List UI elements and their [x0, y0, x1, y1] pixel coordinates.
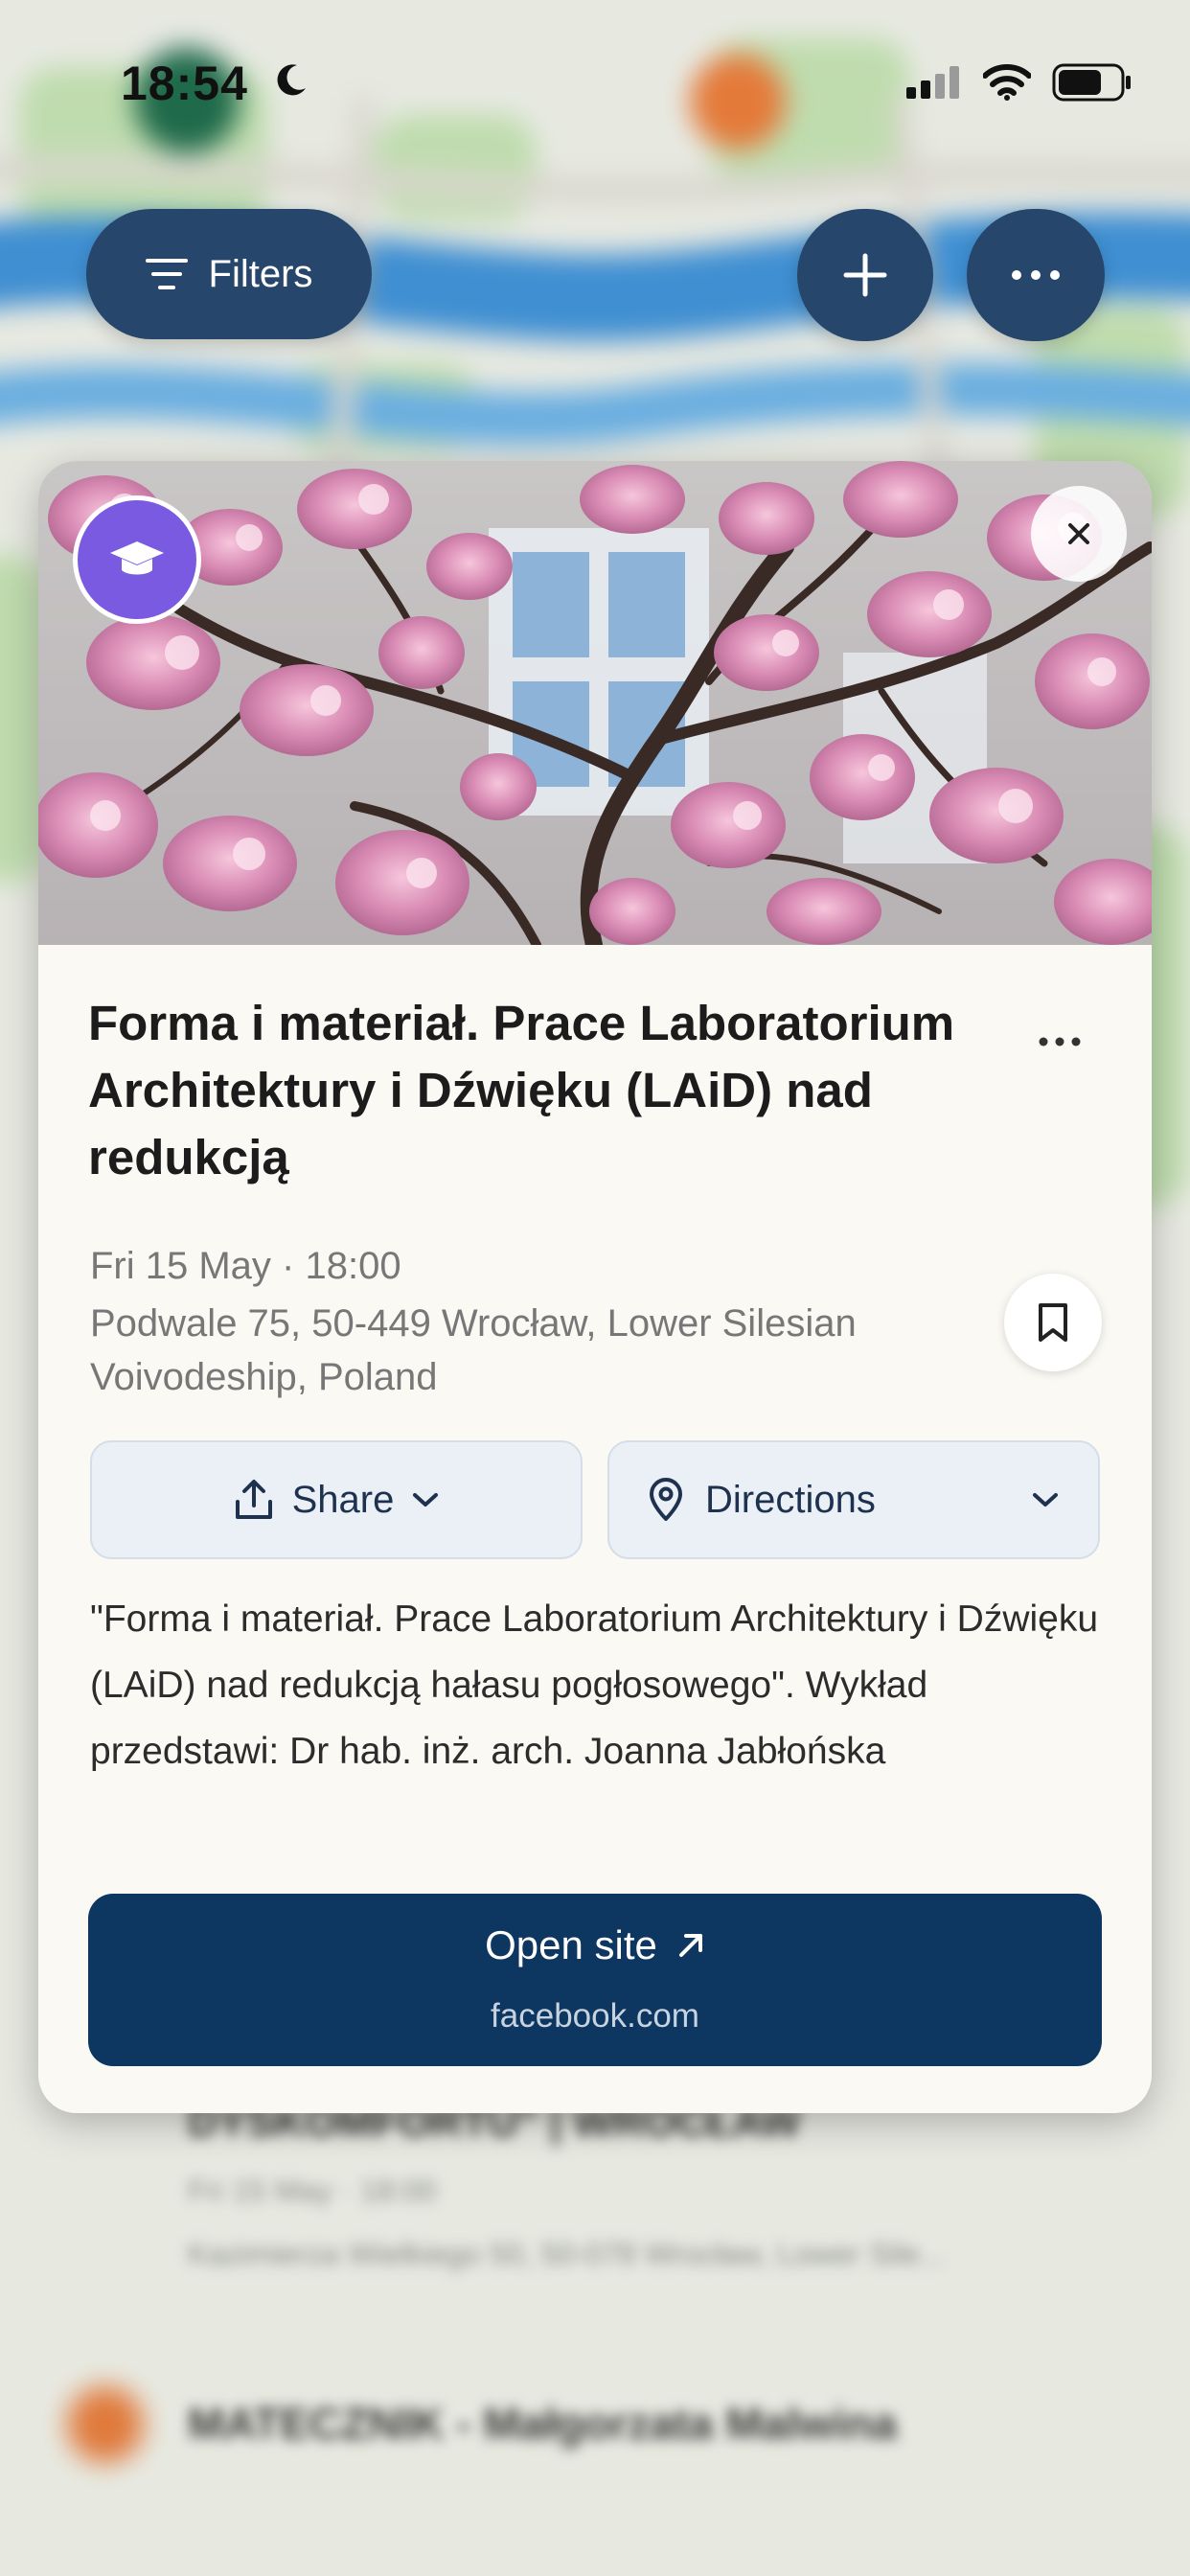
ellipsis-icon	[1012, 270, 1060, 280]
bookmark-button[interactable]	[1004, 1274, 1102, 1371]
battery-icon	[1052, 63, 1131, 102]
category-badge	[73, 495, 201, 624]
event-more-button[interactable]	[1031, 1023, 1088, 1061]
directions-button[interactable]: Directions	[607, 1440, 1100, 1559]
status-time: 18:54	[121, 57, 248, 110]
bookmark-icon	[1039, 1303, 1067, 1342]
signal-icon	[906, 66, 959, 99]
share-button[interactable]: Share	[90, 1440, 583, 1559]
plus-icon	[843, 253, 887, 297]
location-pin-icon	[650, 1478, 682, 1521]
event-datetime: Fri 15 May · 18:00	[90, 1245, 401, 1287]
chevron-down-icon	[413, 1493, 439, 1506]
moon-icon	[277, 64, 306, 96]
background-list-item-subtitle: Fri 15 May · 18:00	[188, 2174, 437, 2208]
event-address: Podwale 75, 50-449 Wrocław, Lower Silesi…	[90, 1302, 857, 1398]
share-label: Share	[291, 1478, 395, 1521]
event-card: Forma i materiał. Prace Laboratorium Arc…	[38, 461, 1152, 2113]
ellipsis-icon	[1039, 1037, 1081, 1046]
event-description: "Forma i materiał. Prace Laboratorium Ar…	[90, 1598, 1099, 1772]
open-site-button[interactable]: Open site facebook.com	[88, 1894, 1102, 2066]
background-list-item-address: Kazimierza Wielkiego 50, 50-078 Wrocław,…	[188, 2237, 946, 2271]
open-site-label: Open site	[485, 1922, 657, 1967]
graduation-cap-icon	[110, 541, 164, 575]
share-icon	[235, 1480, 272, 1519]
close-button[interactable]	[1031, 486, 1127, 582]
add-button[interactable]	[797, 209, 933, 341]
chevron-down-icon	[1033, 1493, 1058, 1506]
filters-button[interactable]: Filters	[86, 209, 372, 339]
directions-label: Directions	[705, 1478, 876, 1521]
close-icon	[1068, 523, 1089, 544]
event-photo	[38, 461, 1152, 945]
wifi-icon	[983, 64, 1031, 101]
more-options-button[interactable]	[967, 209, 1105, 341]
open-site-domain: facebook.com	[491, 1997, 699, 2035]
filter-icon	[145, 259, 188, 289]
background-list-item-title: MATECZNIK - Małgorzata Malwina	[188, 2399, 898, 2449]
external-link-icon	[678, 1934, 702, 1957]
event-title: Forma i materiał. Prace Laboratorium Arc…	[88, 996, 955, 1184]
filters-label: Filters	[208, 252, 313, 295]
